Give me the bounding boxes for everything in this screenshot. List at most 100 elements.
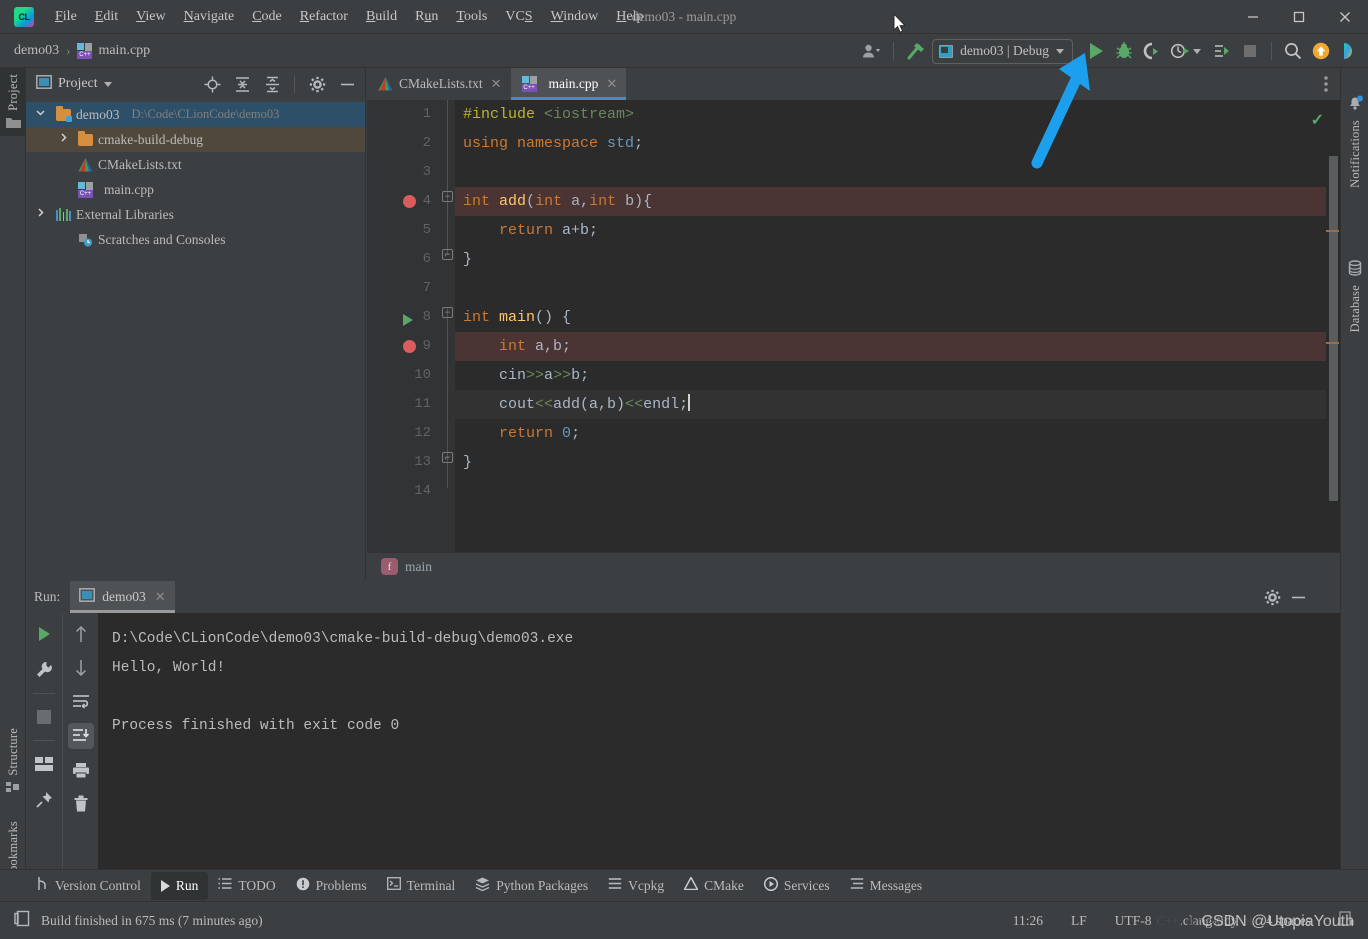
- tab-cmakelists-txt[interactable]: CMakeLists.txt ✕: [367, 68, 511, 100]
- breakpoint-marker[interactable]: [403, 195, 416, 208]
- menu-code[interactable]: Code: [243, 6, 291, 28]
- search-everywhere-button[interactable]: [1280, 38, 1306, 64]
- print-button[interactable]: [68, 757, 94, 783]
- stop-button[interactable]: [31, 704, 57, 730]
- editor-gutter[interactable]: 1 2 3 4 5 6 7 8 9 10 11 12 13 14: [367, 100, 439, 580]
- run-with-coverage-button[interactable]: [1139, 38, 1165, 64]
- settings-gear-icon[interactable]: [1260, 585, 1284, 609]
- tree-item-main-cpp[interactable]: C++ main.cpp: [26, 177, 365, 202]
- updates-button[interactable]: [1308, 38, 1334, 64]
- run-console-output[interactable]: D:\Code\CLionCode\demo03\cmake-build-deb…: [98, 613, 1340, 880]
- menu-help[interactable]: Help: [607, 6, 652, 28]
- toolwindow-messages[interactable]: Messages: [840, 872, 933, 900]
- rerun-button[interactable]: [31, 621, 57, 647]
- editor-scrollbar[interactable]: [1326, 132, 1340, 552]
- code-text[interactable]: #include <iostream> using namespace std;…: [455, 100, 1340, 580]
- breadcrumb-file[interactable]: main.cpp: [98, 43, 150, 59]
- locate-icon[interactable]: [200, 72, 224, 96]
- sidebar-item-notifications[interactable]: Notifications: [1341, 68, 1368, 208]
- profile-dropdown-icon[interactable]: [1193, 48, 1201, 54]
- sidebar-item-project[interactable]: Project: [0, 68, 26, 136]
- fold-open-icon[interactable]: −: [442, 307, 453, 318]
- menu-vcs[interactable]: VCS: [496, 6, 541, 28]
- chevron-down-icon[interactable]: [35, 107, 46, 121]
- run-tab-demo03[interactable]: demo03 ✕: [70, 581, 176, 613]
- close-icon[interactable]: ✕: [606, 76, 617, 92]
- tree-item-cmake-build-debug[interactable]: cmake-build-debug: [26, 127, 365, 152]
- inspection-status-icon[interactable]: ✓: [1311, 110, 1324, 130]
- close-icon[interactable]: ✕: [155, 589, 166, 605]
- toolwindow-services[interactable]: Services: [754, 872, 840, 900]
- kebab-menu-icon: [1324, 76, 1328, 92]
- close-icon[interactable]: ✕: [491, 76, 502, 92]
- scroll-up-button[interactable]: [68, 621, 94, 647]
- status-memory-icon[interactable]: [1325, 911, 1358, 930]
- layout-button[interactable]: [31, 751, 57, 777]
- toolwindow-python-packages[interactable]: Python Packages: [465, 872, 598, 900]
- menu-build[interactable]: Build: [357, 6, 406, 28]
- menu-window[interactable]: Window: [542, 6, 608, 28]
- breadcrumb-function-name[interactable]: main: [405, 559, 432, 575]
- clear-all-button[interactable]: [68, 791, 94, 817]
- toolwindow-terminal[interactable]: Terminal: [377, 872, 466, 900]
- fold-open-icon[interactable]: −: [442, 191, 453, 202]
- status-clang-tidy[interactable]: .clang-tidy: [1166, 913, 1252, 929]
- menu-refactor[interactable]: Refactor: [291, 6, 357, 28]
- toolwindow-run[interactable]: Run: [150, 871, 209, 900]
- profile-button[interactable]: [1167, 38, 1193, 64]
- maximize-button[interactable]: [1276, 0, 1322, 34]
- toolwindow-vcpkg[interactable]: Vcpkg: [598, 872, 674, 900]
- fold-close-icon[interactable]: ⌐: [442, 452, 453, 463]
- menu-run[interactable]: Run: [406, 6, 447, 28]
- menu-navigate[interactable]: Navigate: [175, 6, 244, 28]
- settings-wrench-button[interactable]: [31, 657, 57, 683]
- editor-options-button[interactable]: [1306, 68, 1340, 100]
- build-hammer-icon[interactable]: [902, 38, 930, 64]
- collapse-all-icon[interactable]: [260, 72, 284, 96]
- ai-assistant-button[interactable]: [1336, 38, 1362, 64]
- attach-to-process-button[interactable]: [1209, 38, 1235, 64]
- toolwindow-cmake[interactable]: CMake: [674, 872, 754, 900]
- stop-button[interactable]: [1237, 38, 1263, 64]
- tree-item-demo03[interactable]: demo03 D:\Code\CLionCode\demo03: [26, 102, 365, 127]
- menu-file[interactable]: File: [46, 6, 86, 28]
- tree-item-cmakelists[interactable]: CMakeLists.txt: [26, 152, 365, 177]
- run-configuration-selector[interactable]: demo03 | Debug: [932, 38, 1073, 64]
- run-button[interactable]: [1083, 38, 1109, 64]
- tab-main-cpp[interactable]: C++ main.cpp ✕: [510, 68, 627, 100]
- tree-item-scratches[interactable]: Scratches and Consoles: [26, 227, 365, 252]
- status-line-separator[interactable]: LF: [1057, 913, 1101, 929]
- menu-view[interactable]: View: [127, 6, 175, 28]
- status-encoding[interactable]: UTF-8: [1101, 913, 1166, 929]
- menu-edit[interactable]: Edit: [86, 6, 127, 28]
- scroll-down-button[interactable]: [68, 655, 94, 681]
- chevron-right-icon[interactable]: [58, 132, 69, 146]
- toolwindow-version-control[interactable]: Version Control: [26, 872, 151, 900]
- soft-wrap-button[interactable]: [68, 689, 94, 715]
- play-icon: [160, 879, 170, 892]
- status-indent[interactable]: 4 spaces: [1252, 913, 1325, 929]
- toolwindow-todo[interactable]: TODO: [208, 872, 285, 900]
- minimize-button[interactable]: [1230, 0, 1276, 34]
- sidebar-item-structure[interactable]: Structure: [0, 718, 26, 808]
- debug-button[interactable]: [1111, 38, 1137, 64]
- pin-button[interactable]: [31, 787, 57, 813]
- status-build-info[interactable]: Build finished in 675 ms (7 minutes ago): [0, 910, 263, 932]
- expand-all-icon[interactable]: [230, 72, 254, 96]
- close-button[interactable]: [1322, 0, 1368, 34]
- tree-item-external-libraries[interactable]: External Libraries: [26, 202, 365, 227]
- breadcrumb-project[interactable]: demo03: [14, 43, 59, 59]
- sidebar-item-database[interactable]: Database: [1341, 233, 1368, 353]
- hide-panel-icon[interactable]: [1286, 585, 1310, 609]
- scroll-to-end-button[interactable]: [67, 723, 94, 749]
- chevron-right-icon[interactable]: [35, 207, 46, 221]
- fold-close-icon[interactable]: ⌐: [442, 249, 453, 260]
- run-gutter-icon[interactable]: [403, 314, 413, 326]
- settings-gear-icon[interactable]: [305, 72, 329, 96]
- menu-tools[interactable]: Tools: [447, 6, 496, 28]
- user-account-icon[interactable]: [859, 38, 885, 64]
- project-panel-dropdown-icon[interactable]: [103, 81, 112, 87]
- breakpoint-marker[interactable]: [403, 340, 416, 353]
- hide-panel-icon[interactable]: [335, 72, 359, 96]
- toolwindow-problems[interactable]: Problems: [286, 872, 377, 900]
